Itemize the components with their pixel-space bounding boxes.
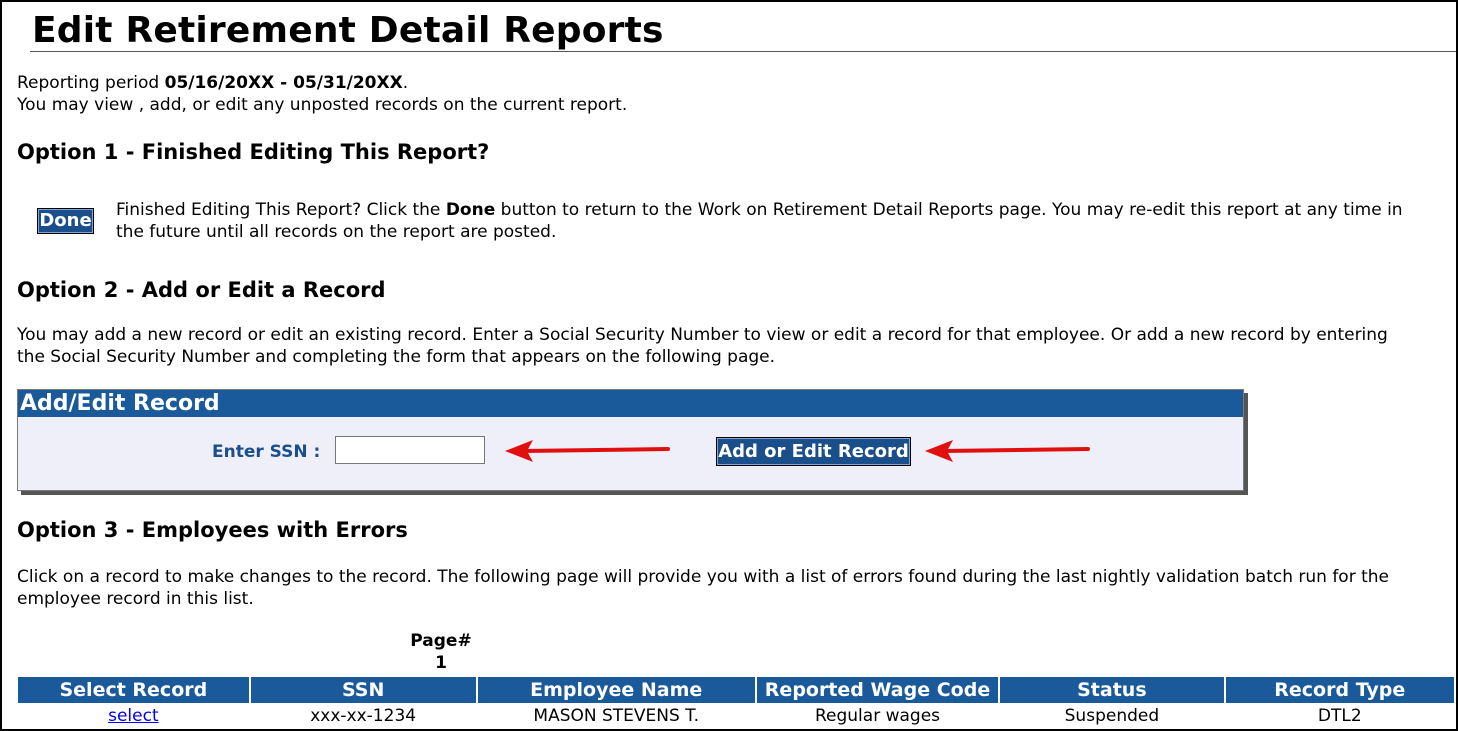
- period-end: 05/31/20XX: [293, 73, 403, 93]
- option2-description-line2: the Social Security Number and completin…: [17, 347, 776, 367]
- option2-heading: Option 2 - Add or Edit a Record: [17, 278, 386, 302]
- cell-select: select: [18, 703, 249, 729]
- cell-employee-name: MASON STEVENS T.: [533, 706, 699, 726]
- column-header-record-type: Record Type: [1225, 677, 1454, 703]
- period-start: 05/16/20XX: [164, 73, 275, 93]
- intro-text: You may view , add, or edit any unposted…: [17, 95, 628, 115]
- ssn-input[interactable]: [335, 436, 485, 464]
- select-record-link[interactable]: select: [108, 706, 159, 726]
- option1-description-line2: the future until all records on the repo…: [116, 222, 557, 242]
- add-edit-record-panel: Add/Edit Record Enter SSN : Add or Edit …: [17, 389, 1244, 491]
- table-row: select xxx-xx-1234 MASON STEVENS T. Regu…: [18, 703, 1454, 729]
- done-button[interactable]: Done: [37, 208, 94, 234]
- option1-heading: Option 1 - Finished Editing This Report?: [17, 140, 490, 164]
- column-header-wage-code: Reported Wage Code: [756, 677, 999, 703]
- cell-status: Suspended: [1064, 706, 1160, 726]
- title-divider: [30, 51, 1456, 52]
- period-suffix: .: [402, 73, 409, 93]
- option2-description-line1: You may add a new record or edit an exis…: [17, 325, 1388, 345]
- option3-description-line1: Click on a record to make changes to the…: [17, 567, 1390, 587]
- reporting-period: Reporting period 05/16/20XX - 05/31/20XX…: [17, 72, 408, 94]
- option3-description-line2: employee record in this list.: [17, 589, 254, 609]
- arrow-left-icon: [505, 440, 670, 462]
- page-frame: Edit Retirement Detail Reports Reporting…: [0, 0, 1458, 731]
- ssn-label: Enter SSN :: [212, 442, 321, 462]
- cell-wage-code: Regular wages: [814, 706, 941, 726]
- page-number[interactable]: 1: [402, 652, 480, 674]
- arrow-left-icon: [925, 440, 1090, 462]
- page-label: Page#: [410, 631, 472, 651]
- period-separator: -: [274, 73, 294, 93]
- cell-record-type: DTL2: [1317, 706, 1362, 726]
- add-or-edit-record-button[interactable]: Add or Edit Record: [716, 437, 911, 466]
- option1-desc-a: Finished Editing This Report? Click the: [116, 200, 446, 220]
- period-prefix: Reporting period: [17, 73, 165, 93]
- option3-heading: Option 3 - Employees with Errors: [17, 518, 408, 542]
- column-header-ssn: SSN: [250, 677, 476, 703]
- panel-title: Add/Edit Record: [18, 390, 1243, 417]
- table-header-row: Select Record SSN Employee Name Reported…: [18, 677, 1454, 703]
- option1-desc-b: button to return to the Work on Retireme…: [495, 200, 1403, 220]
- page-title: Edit Retirement Detail Reports: [32, 10, 664, 51]
- page-indicator: Page# 1: [402, 630, 480, 674]
- cell-ssn: xxx-xx-1234: [310, 706, 417, 726]
- option1-description: Finished Editing This Report? Click the …: [116, 199, 1403, 221]
- errors-table: Select Record SSN Employee Name Reported…: [16, 677, 1456, 729]
- column-header-employee-name: Employee Name: [477, 677, 755, 703]
- option1-desc-bold: Done: [445, 200, 496, 220]
- column-header-status: Status: [1000, 677, 1224, 703]
- column-header-select-record: Select Record: [18, 677, 249, 703]
